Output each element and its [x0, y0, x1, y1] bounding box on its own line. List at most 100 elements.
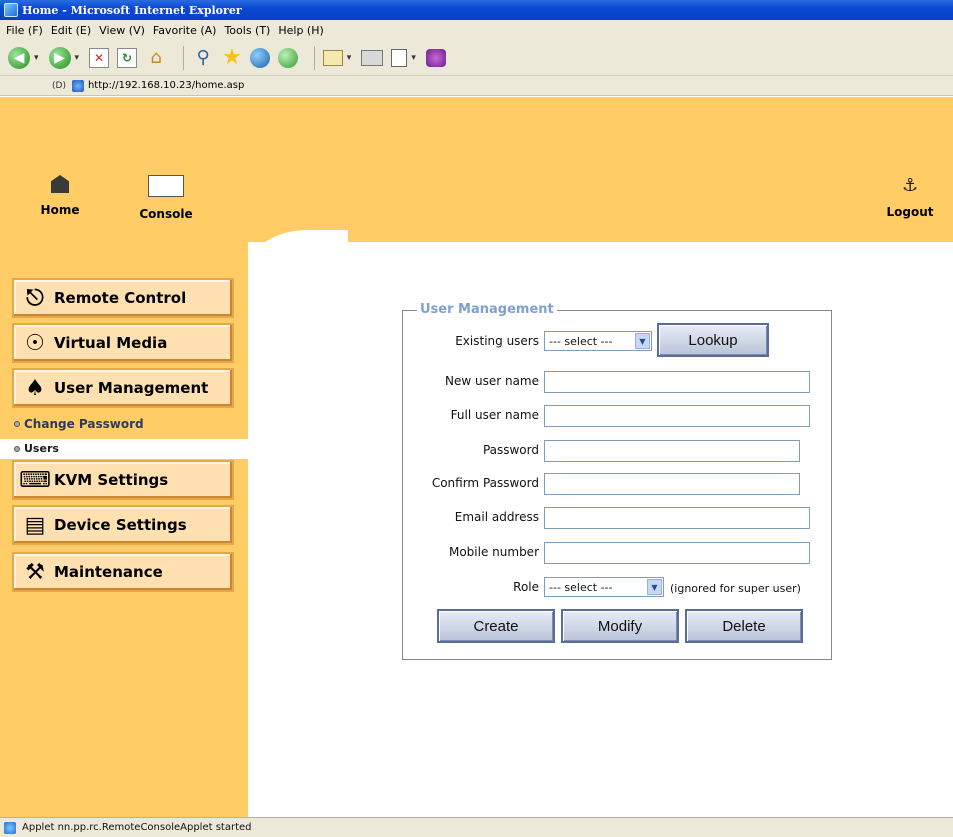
logout-icon: ⚓ [902, 175, 919, 196]
role-note: (ignored for super user) [670, 582, 801, 595]
edit-icon[interactable] [391, 48, 408, 67]
menu-edit[interactable]: Edit (E) [51, 24, 91, 37]
mail-dropdown-icon[interactable]: ▾ [347, 53, 352, 63]
refresh-icon[interactable]: ↻ [117, 47, 138, 68]
new-user-row: New user name [403, 371, 833, 393]
virtual-media-button[interactable]: ☉ Virtual Media [12, 323, 234, 363]
role-value: --- select --- [549, 580, 613, 594]
status-bar: Applet nn.pp.rc.RemoteConsoleApplet star… [0, 817, 953, 837]
address-bar: (D) http://192.168.10.23/home.asp [0, 76, 953, 96]
menu-tools[interactable]: Tools (T) [224, 24, 270, 37]
virtual-media-icon: ☉ [25, 330, 45, 356]
existing-users-value: --- select --- [549, 334, 613, 348]
confirm-password-input[interactable] [544, 473, 800, 495]
chevron-down-icon: ▼ [647, 579, 662, 595]
new-user-label: New user name [444, 374, 539, 388]
console-icon [148, 175, 184, 197]
mobile-row: Mobile number [403, 542, 833, 564]
home-label: Home [40, 203, 80, 217]
logout-nav[interactable]: ⚓ Logout [880, 175, 940, 220]
change-password-label: Change Password [24, 417, 144, 431]
home-icon [51, 175, 69, 193]
history-icon[interactable] [277, 47, 298, 68]
remote-control-button[interactable]: ⎋ Remote Control [12, 278, 234, 318]
email-label: Email address [454, 510, 539, 524]
menu-view[interactable]: View (V) [99, 24, 145, 37]
full-user-input[interactable] [544, 405, 810, 427]
status-text: Applet nn.pp.rc.RemoteConsoleApplet star… [22, 822, 252, 833]
kvm-settings-label: KVM Settings [54, 471, 169, 489]
menu-help[interactable]: Help (H) [278, 24, 323, 37]
menu-file[interactable]: File (F) [6, 24, 43, 37]
forward-icon[interactable]: ▶ [48, 46, 71, 69]
full-user-row: Full user name [403, 405, 833, 427]
device-settings-button[interactable]: ▤ Device Settings [12, 505, 234, 545]
role-row: Role --- select --- ▼ (ignored for super… [403, 577, 833, 599]
ie-icon [4, 3, 18, 17]
maintenance-label: Maintenance [54, 563, 163, 581]
edit-dropdown-icon[interactable]: ▾ [411, 53, 416, 63]
chevron-down-icon: ▼ [635, 333, 650, 349]
toolbar-separator [313, 45, 315, 70]
page-content: Home Console ⚓ Logout ⎋ Remote Control ☉… [0, 97, 953, 817]
role-select[interactable]: --- select --- ▼ [544, 577, 664, 597]
bullet-icon [14, 445, 20, 452]
menu-bar: File (F) Edit (E) View (V) Favorite (A) … [0, 20, 953, 40]
mobile-label: Mobile number [448, 545, 539, 559]
window-title-bar: Home - Microsoft Internet Explorer [0, 0, 953, 20]
remote-control-icon: ⎋ [26, 285, 44, 311]
create-button[interactable]: Create [437, 609, 555, 643]
kvm-settings-button[interactable]: ⌨ KVM Settings [12, 460, 234, 500]
full-user-label: Full user name [450, 408, 539, 422]
password-row: Password [403, 440, 833, 462]
device-settings-label: Device Settings [54, 516, 187, 534]
bullet-icon [14, 421, 20, 427]
applet-status-icon [4, 821, 16, 834]
delete-button[interactable]: Delete [685, 609, 803, 643]
home-toolbar-icon[interactable]: ⌂ [145, 47, 167, 68]
back-dropdown-icon[interactable]: ▾ [34, 53, 39, 63]
console-nav[interactable]: Console [136, 175, 196, 221]
maintenance-icon: ⚒ [25, 559, 45, 585]
remote-control-label: Remote Control [54, 289, 187, 307]
back-icon[interactable]: ◀ [8, 46, 30, 69]
device-settings-icon: ▤ [24, 512, 46, 538]
user-management-button[interactable]: ♠ User Management [12, 368, 234, 408]
mobile-input[interactable] [544, 542, 810, 564]
user-management-label: User Management [54, 379, 209, 397]
favorites-star-icon[interactable]: ★ [222, 45, 242, 70]
email-input[interactable] [544, 507, 810, 529]
existing-users-label: Existing users [455, 334, 539, 348]
address-url[interactable]: http://192.168.10.23/home.asp [88, 80, 244, 91]
user-management-fieldset: User Management Existing users --- selec… [402, 302, 833, 660]
virtual-media-label: Virtual Media [54, 334, 168, 352]
browser-toolbar: ◀ ▾ ▶ ▾ ✕ ↻ ⌂ ⚲ ★ ▾ ▾ [0, 40, 953, 76]
sidebar-item-users[interactable]: Users [14, 442, 59, 455]
user-management-icon: ♠ [25, 375, 45, 401]
mail-icon[interactable] [322, 49, 343, 66]
stop-icon[interactable]: ✕ [89, 47, 110, 68]
existing-users-select[interactable]: --- select --- ▼ [544, 331, 652, 351]
new-user-input[interactable] [544, 371, 810, 393]
menu-favorite[interactable]: Favorite (A) [153, 24, 217, 37]
password-label: Password [482, 443, 539, 457]
forward-dropdown-icon[interactable]: ▾ [75, 53, 80, 63]
confirm-password-row: Confirm Password [403, 473, 833, 495]
password-input[interactable] [544, 440, 800, 462]
sidebar-item-change-password[interactable]: Change Password [14, 417, 144, 431]
messenger-icon[interactable] [425, 48, 446, 67]
home-nav[interactable]: Home [38, 175, 82, 217]
fieldset-legend: User Management [417, 302, 557, 317]
role-label: Role [513, 580, 539, 594]
modify-button[interactable]: Modify [561, 609, 679, 643]
search-icon[interactable]: ⚲ [192, 47, 214, 69]
media-globe-icon[interactable] [249, 47, 270, 68]
toolbar-separator [183, 45, 185, 70]
users-label: Users [24, 442, 59, 455]
confirm-password-label: Confirm Password [431, 476, 539, 490]
maintenance-button[interactable]: ⚒ Maintenance [12, 552, 234, 592]
logout-label: Logout [886, 205, 934, 219]
print-icon[interactable] [361, 49, 384, 66]
lookup-button[interactable]: Lookup [657, 323, 769, 357]
address-label: (D) [52, 80, 66, 91]
